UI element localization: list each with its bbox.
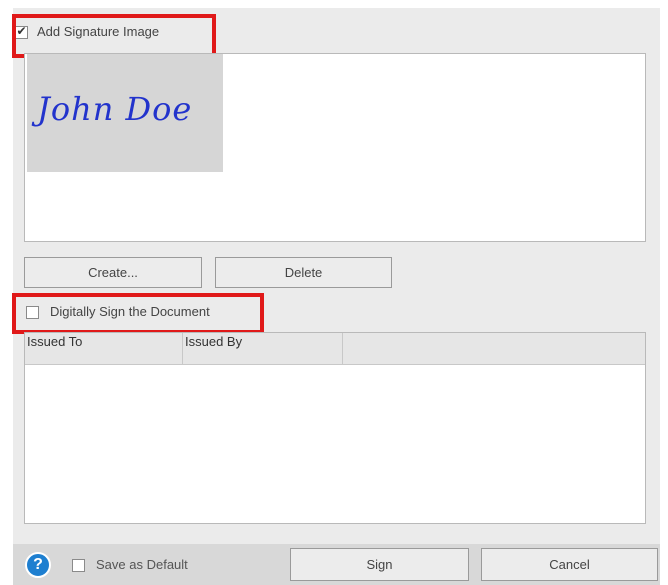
sign-button[interactable]: Sign — [290, 548, 469, 581]
create-button[interactable]: Create... — [24, 257, 202, 288]
save-as-default-label: Save as Default — [96, 557, 188, 572]
column-header-issued-by[interactable]: Issued By — [183, 333, 343, 364]
certificates-table[interactable]: Issued To Issued By — [24, 332, 646, 524]
dialog-footer: ? Save as Default Sign Cancel — [13, 544, 660, 585]
help-icon[interactable]: ? — [25, 552, 51, 578]
sign-dialog: ✔ Add Signature Image John Doe Create...… — [12, 8, 660, 585]
signature-preview-panel: John Doe — [24, 53, 646, 242]
signature-text: John Doe — [37, 90, 193, 128]
column-header-issued-to[interactable]: Issued To — [25, 333, 183, 364]
highlight-box-signature — [12, 14, 216, 58]
highlight-box-digital-sign — [12, 293, 264, 334]
save-as-default-checkbox[interactable] — [72, 559, 85, 572]
table-header: Issued To Issued By — [25, 333, 645, 365]
cancel-button[interactable]: Cancel — [481, 548, 658, 581]
column-header-blank — [343, 333, 645, 364]
signature-image: John Doe — [27, 54, 223, 172]
delete-button[interactable]: Delete — [215, 257, 392, 288]
